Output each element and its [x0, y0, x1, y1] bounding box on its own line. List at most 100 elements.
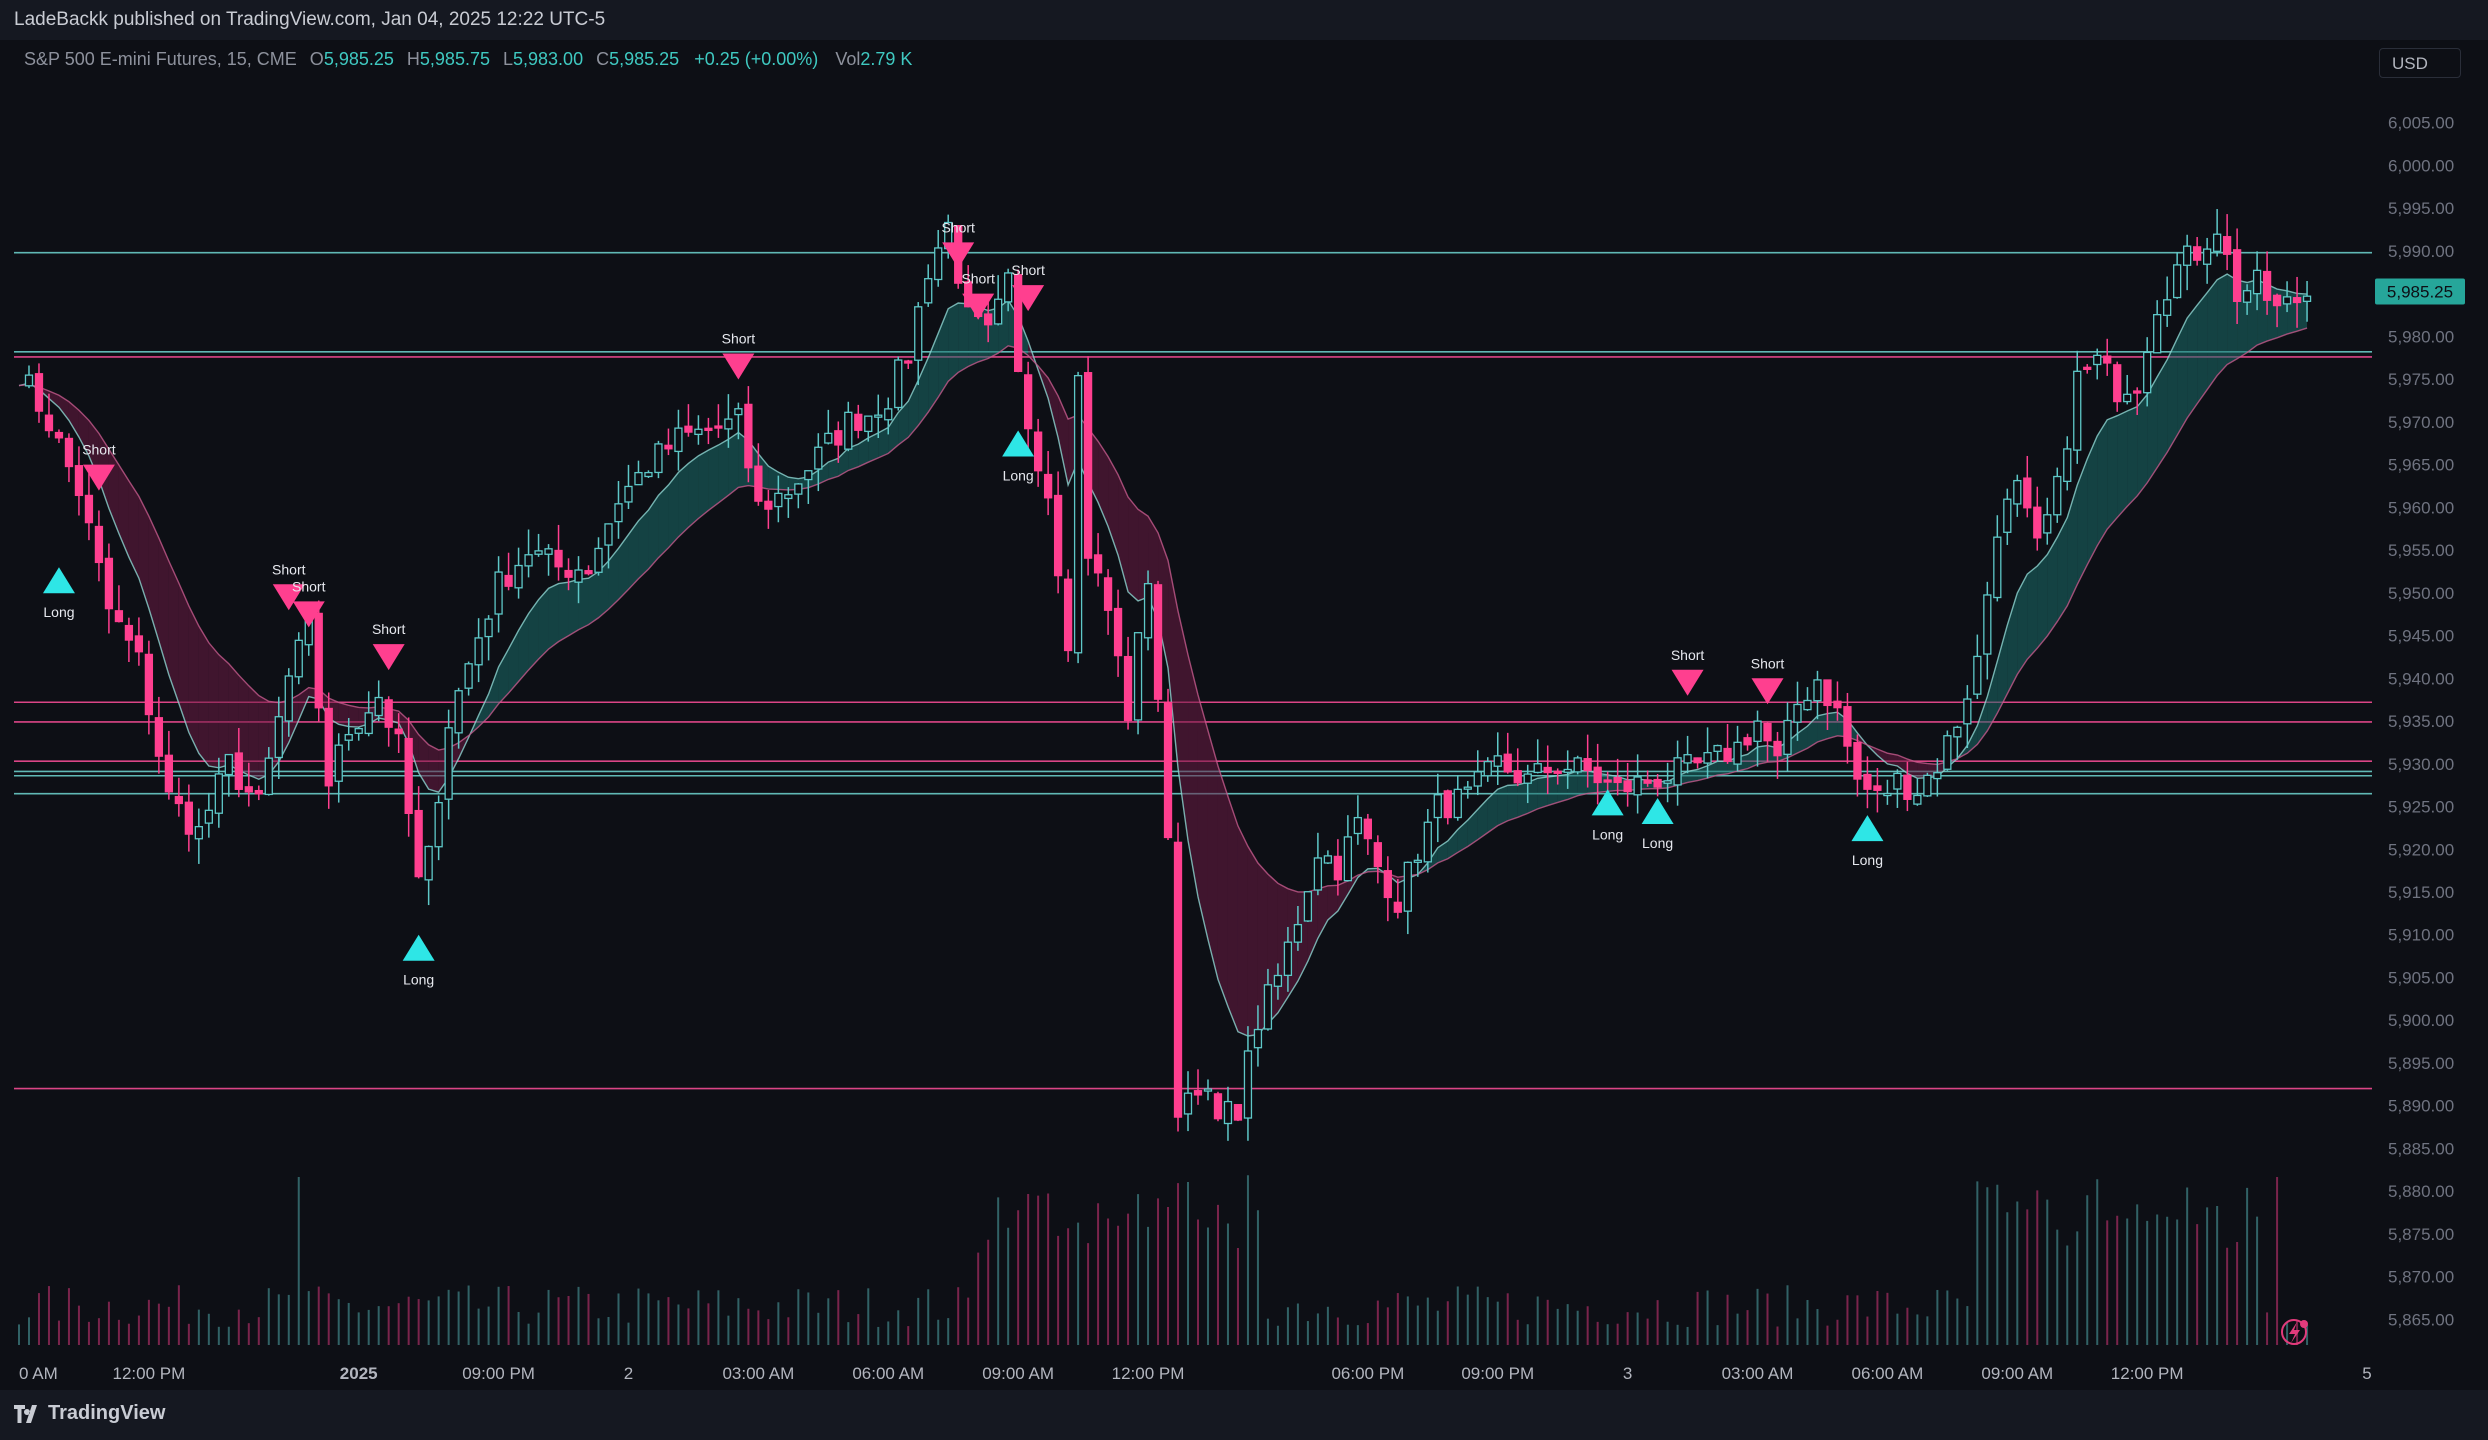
short-signal-marker: [1751, 678, 1784, 705]
x-tick-label: 12:00 PM: [2111, 1364, 2184, 1383]
cloud-segment: [678, 463, 689, 537]
candle-body: [1823, 679, 1832, 707]
y-tick-label: 5,970.00: [2388, 413, 2454, 432]
y-tick-label: 5,965.00: [2388, 456, 2454, 475]
x-tick-label: 3: [1623, 1364, 1632, 1383]
candle-body: [244, 786, 253, 793]
y-tick-label: 5,925.00: [2388, 798, 2454, 817]
x-tick-label: 2: [624, 1364, 633, 1383]
y-tick-label: 5,980.00: [2388, 327, 2454, 346]
cloud-segment: [628, 520, 639, 590]
short-signal-marker: [942, 242, 975, 269]
candle-body: [1093, 554, 1103, 574]
candle-body: [2063, 448, 2072, 483]
candle-body: [1193, 1090, 1203, 1096]
y-tick-label: 5,875.00: [2388, 1225, 2454, 1244]
long-signal-marker: [402, 934, 435, 961]
candle-body: [874, 414, 883, 418]
y-tick-label: 5,975.00: [2388, 370, 2454, 389]
candle-body: [1153, 584, 1163, 700]
candle-body: [284, 675, 293, 722]
short-signal-marker: [372, 644, 405, 671]
price-chart[interactable]: ShortLongShortShortShortLongShortShortSh…: [0, 0, 2488, 1440]
cloud-segment: [2027, 566, 2038, 660]
candle-body: [1653, 778, 1662, 788]
currency-button[interactable]: USD: [2379, 48, 2461, 78]
candle-body: [1573, 757, 1582, 773]
candle-body: [24, 374, 34, 387]
candle-body: [264, 757, 273, 796]
candle-body: [1833, 700, 1842, 709]
cloud-segment: [2037, 554, 2048, 649]
candle-body: [1133, 632, 1143, 721]
candle-body: [1293, 923, 1303, 943]
close-value: 5,985.25: [609, 49, 680, 69]
candle-body: [2163, 299, 2172, 316]
candle-body: [2262, 270, 2272, 301]
candle-body: [1033, 431, 1043, 472]
candle-body: [1183, 1092, 1193, 1115]
cloud-segment: [2197, 292, 2208, 404]
candle-body: [804, 470, 813, 481]
candle-body: [594, 547, 603, 573]
candle-body: [1483, 760, 1492, 777]
candle-body: [1453, 788, 1462, 819]
long-signal-label: Long: [1003, 467, 1034, 483]
short-signal-label: Short: [292, 578, 326, 594]
candle-body: [354, 727, 363, 734]
time-axis[interactable]: 0 AM 12:00 PM 2025 09:00 PM 2 03:00 AM 06:00 A…: [19, 1364, 2372, 1383]
candle-body: [774, 492, 783, 508]
cloud-segment: [958, 303, 969, 373]
short-signal-marker: [722, 353, 755, 380]
short-signal-label: Short: [1671, 647, 1705, 663]
tradingview-logo[interactable]: TradingView: [14, 1402, 165, 1425]
candle-body: [134, 635, 144, 653]
short-signal-label: Short: [961, 271, 995, 287]
candle-body: [544, 548, 553, 555]
candle-body: [1423, 821, 1432, 863]
cloud-segment: [2097, 419, 2108, 546]
cloud-segment: [1247, 846, 1258, 1037]
short-signal-label: Short: [82, 442, 116, 458]
candle-body: [2252, 269, 2262, 295]
candle-body: [694, 428, 703, 436]
volume-label: Vol: [835, 49, 861, 69]
y-tick-label: 5,880.00: [2388, 1182, 2454, 1201]
cloud-segment: [2117, 410, 2128, 518]
long-signal-label: Long: [43, 604, 74, 620]
brand-text: TradingView: [48, 1402, 166, 1424]
candle-body: [2053, 475, 2062, 516]
long-signal-label: Long: [1642, 835, 1673, 851]
cloud-segment: [2107, 415, 2118, 530]
cloud-segment: [248, 685, 259, 780]
cloud-segment: [1557, 774, 1568, 803]
candle-body: [464, 663, 473, 689]
candle-body: [224, 753, 233, 776]
y-tick-label: 5,870.00: [2388, 1268, 2454, 1287]
candle-body: [834, 430, 843, 446]
candle-body: [764, 500, 773, 510]
flash-icon[interactable]: [2281, 1319, 2308, 1345]
cloud-segment: [1058, 395, 1069, 485]
cloud-segment: [1537, 776, 1548, 809]
candle-body: [344, 733, 353, 741]
cloud-segment: [548, 583, 559, 650]
candle-body: [2202, 248, 2212, 265]
candle-body: [1053, 494, 1063, 577]
candle-body: [1273, 974, 1283, 987]
candle-body: [2073, 370, 2082, 451]
candle-body: [1493, 755, 1502, 767]
candle-body: [1063, 578, 1073, 652]
candle-body: [914, 306, 923, 361]
candle-body: [1793, 703, 1802, 723]
candle-body: [1523, 773, 1532, 784]
candle-body: [1553, 770, 1562, 774]
candle-body: [44, 414, 54, 432]
candle-body: [1733, 741, 1742, 765]
candle-body: [2123, 393, 2132, 403]
candle-body: [184, 801, 193, 835]
candle-body: [1123, 655, 1133, 721]
candle-body: [254, 789, 263, 795]
cloud-segment: [1547, 775, 1558, 806]
ema-cloud: [18, 273, 2308, 1037]
